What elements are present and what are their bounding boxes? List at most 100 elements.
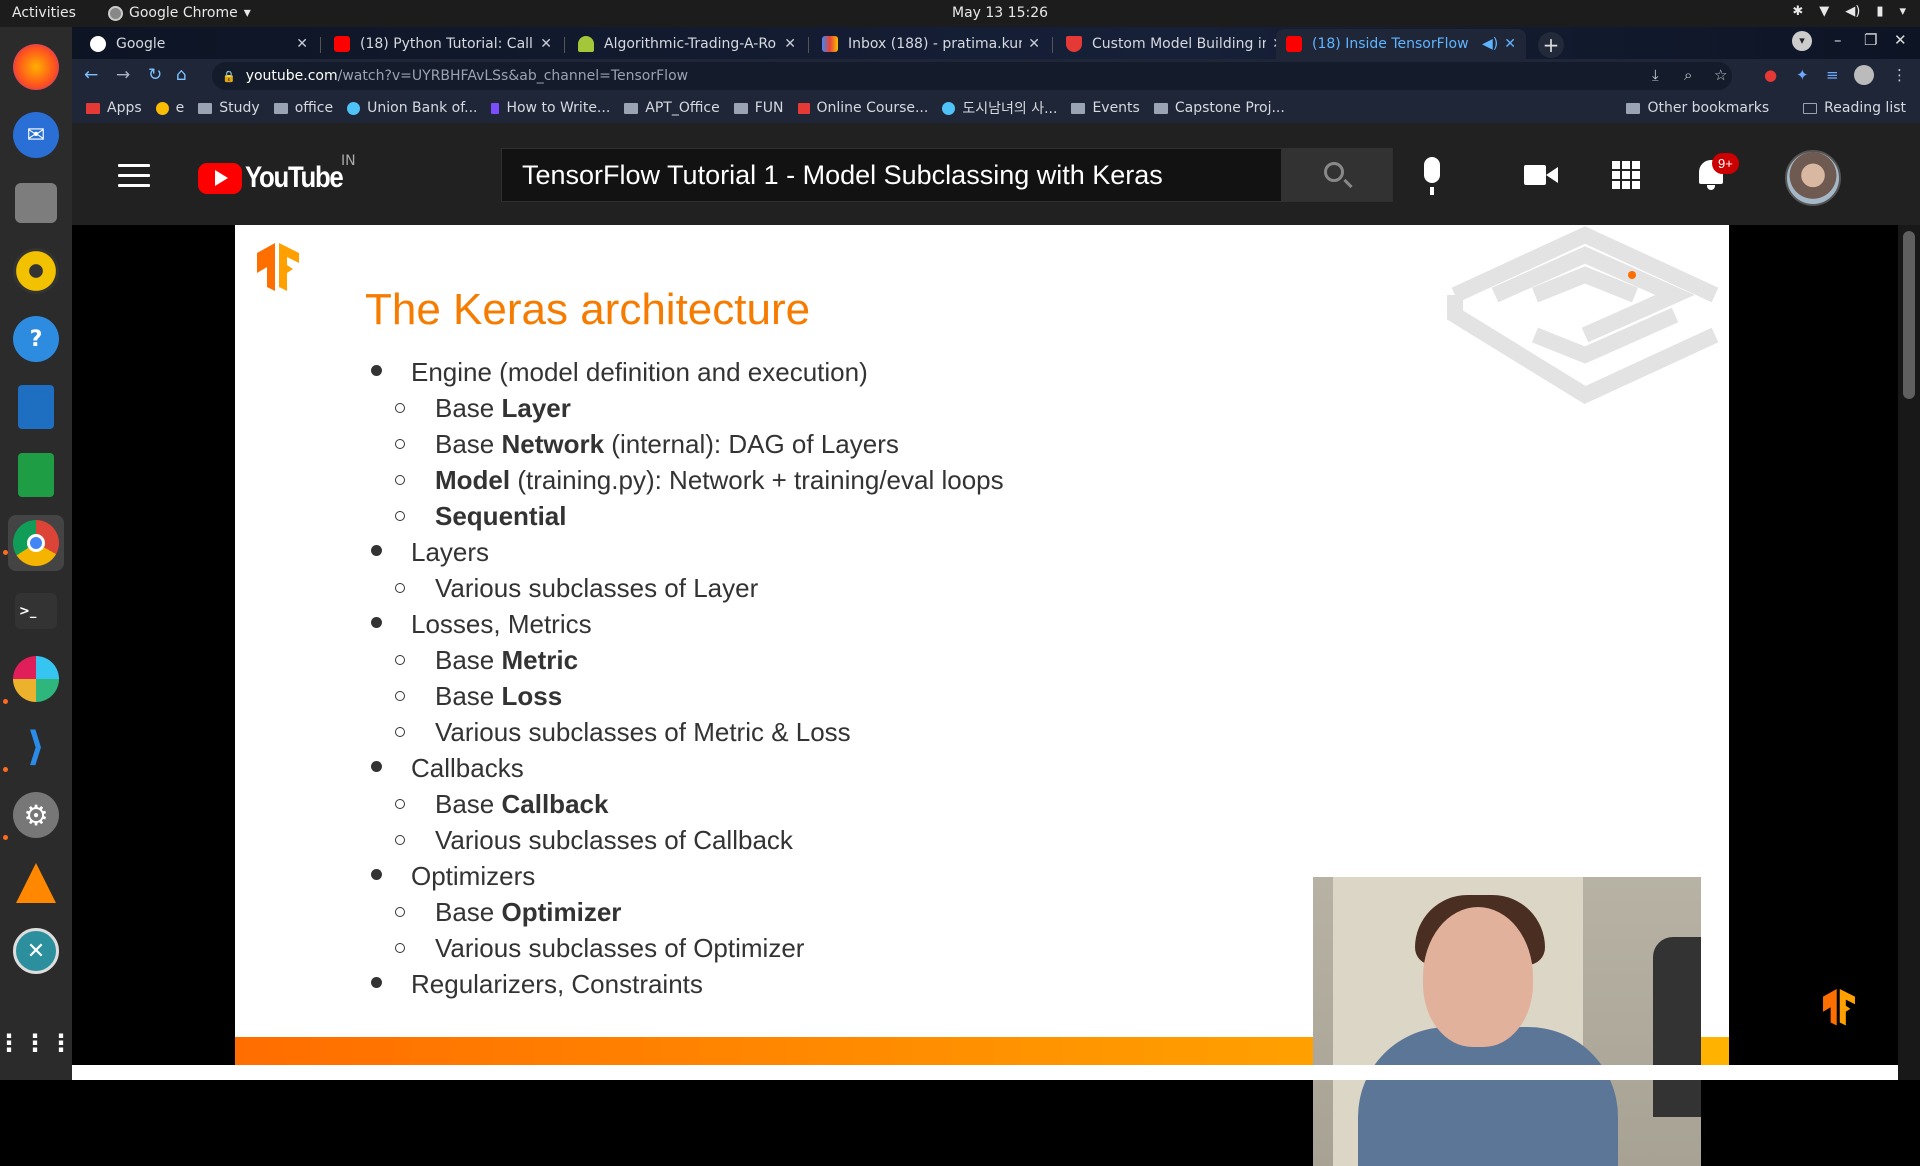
close-tab-icon[interactable]: ✕ — [296, 36, 308, 52]
reload-icon[interactable]: ↻ — [148, 65, 162, 85]
folder-icon — [1153, 102, 1168, 114]
bookmark-label: Events — [1092, 100, 1140, 116]
youtube-logo[interactable]: YouTube IN — [198, 153, 358, 195]
volume-icon[interactable]: ◀) — [1845, 4, 1860, 19]
restore-window-icon[interactable]: ❐ — [1864, 31, 1877, 49]
bookmark-fun[interactable]: FUN — [733, 100, 784, 116]
page-scrollbar[interactable] — [1898, 225, 1920, 1080]
close-tab-icon[interactable]: ✕ — [1028, 36, 1040, 52]
bookmark-label: APT_Office — [645, 100, 720, 116]
bookmark-events[interactable]: Events — [1071, 100, 1140, 116]
tab-inbox[interactable]: Inbox (188) - pratima.kum ✕ — [812, 29, 1050, 59]
wifi-icon[interactable]: ▼ — [1819, 4, 1829, 19]
scrollbar-thumb[interactable] — [1903, 231, 1915, 399]
reading-list-toolbar-icon[interactable]: ≡ — [1826, 66, 1839, 84]
bookmark-capstone[interactable]: Capstone Proj... — [1153, 100, 1285, 116]
tab-google[interactable]: Google ✕ — [80, 29, 318, 59]
slack-tray-icon[interactable]: ✱ — [1792, 4, 1803, 19]
bookmark-korean[interactable]: 도시남녀의 사... — [942, 98, 1057, 118]
new-tab-button[interactable]: + — [1538, 32, 1564, 58]
clock[interactable]: May 13 15:26 — [952, 5, 1048, 21]
hamburger-menu-icon[interactable] — [118, 164, 150, 194]
slack-icon — [13, 656, 59, 702]
dock-calc[interactable] — [8, 447, 64, 503]
profile-avatar-icon[interactable] — [1854, 65, 1874, 85]
zoom-icon[interactable]: ⌕ — [1684, 66, 1692, 84]
bullet-circle-icon — [395, 655, 405, 665]
avatar[interactable] — [1785, 150, 1841, 206]
outline-subitem: Base Callback — [395, 789, 608, 820]
dock-slack[interactable] — [8, 651, 64, 707]
close-tab-icon[interactable]: ✕ — [540, 36, 552, 52]
bookmark-online-course[interactable]: Online Course... — [797, 100, 928, 116]
bookmark-e[interactable]: e — [155, 100, 184, 116]
tab-separator — [320, 37, 321, 53]
create-video-icon[interactable] — [1524, 165, 1558, 185]
presenter-video-inset — [1313, 877, 1701, 1166]
dock-firefox[interactable] — [8, 39, 64, 95]
tab-python-tutorial[interactable]: (18) Python Tutorial: Calli ✕ — [324, 29, 562, 59]
dock-help[interactable]: ? — [8, 311, 64, 367]
system-tray[interactable]: ✱ ▼ ◀) ▮ ▾ — [1792, 4, 1906, 19]
chrome-menu-icon[interactable]: ⋮ — [1892, 66, 1907, 84]
bookmark-apt-office[interactable]: APT_Office — [624, 100, 720, 116]
tab-algorithmic-trading[interactable]: Algorithmic-Trading-A-Ro ✕ — [568, 29, 806, 59]
tab-separator — [1052, 37, 1053, 53]
minimize-window-icon[interactable]: – — [1834, 31, 1842, 49]
extensions-puzzle-icon[interactable]: ✦ — [1796, 66, 1809, 84]
tab-label: Algorithmic-Trading-A-Ro — [604, 36, 777, 52]
close-tab-icon[interactable]: ✕ — [1504, 36, 1516, 52]
close-tab-icon[interactable]: ✕ — [784, 36, 796, 52]
bookmark-study[interactable]: Study — [198, 100, 260, 116]
outline-subitem: Base Network (internal): DAG of Layers — [395, 429, 899, 460]
app-grid-icon: ⋮⋮⋮ — [0, 1029, 75, 1057]
show-applications-button[interactable]: ⋮⋮⋮ — [0, 1015, 75, 1071]
gmail-favicon-icon — [822, 36, 838, 52]
speaker-icon[interactable]: ◀) — [1482, 36, 1498, 52]
activities-button[interactable]: Activities — [12, 5, 76, 21]
dock-rhythmbox[interactable] — [8, 243, 64, 299]
tab-custom-model-building[interactable]: Custom Model Building in ✕ — [1056, 29, 1294, 59]
dock-chrome[interactable] — [8, 515, 64, 571]
battery-icon[interactable]: ▮ — [1876, 4, 1883, 19]
tab-search-icon[interactable]: ▾ — [1792, 31, 1812, 51]
dock-writer[interactable] — [8, 379, 64, 435]
globe-icon — [347, 101, 361, 115]
dock-settings[interactable]: ⚙ — [8, 787, 64, 843]
app-menu[interactable]: Google Chrome ▾ — [108, 5, 251, 21]
dock-thunderbird[interactable]: ✉ — [8, 107, 64, 163]
outline-subitem: Base Optimizer — [395, 897, 621, 928]
bullet-circle-icon — [395, 727, 405, 737]
slide-title: The Keras architecture — [365, 285, 811, 334]
forward-arrow-icon[interactable]: → — [116, 65, 130, 85]
search-input[interactable]: TensorFlow Tutorial 1 - Model Subclassin… — [501, 148, 1283, 202]
dock-remote-desktop[interactable]: ✕ — [8, 923, 64, 979]
search-icon — [1324, 162, 1344, 182]
other-bookmarks[interactable]: Other bookmarks — [1626, 100, 1769, 116]
dock-terminal[interactable]: >_ — [8, 583, 64, 639]
bookmark-how-to-write[interactable]: How to Write... — [491, 100, 610, 116]
apps-grid-icon[interactable] — [1612, 161, 1640, 189]
search-button[interactable] — [1281, 148, 1393, 202]
bookmark-apps[interactable]: Apps — [86, 100, 142, 116]
dock-vscode[interactable]: ⟩ — [8, 719, 64, 775]
bookmark-label: 도시남녀의 사... — [962, 101, 1058, 117]
lock-icon[interactable]: 🔒 — [222, 70, 236, 83]
bullet-circle-icon — [395, 907, 405, 917]
back-arrow-icon[interactable]: ← — [84, 65, 98, 85]
reading-list[interactable]: Reading list — [1803, 100, 1906, 116]
address-bar[interactable]: 🔒 youtube.com /watch?v=UYRBHFAvLSs&ab_ch… — [212, 62, 1732, 90]
power-menu-icon[interactable]: ▾ — [1899, 4, 1906, 19]
microphone-icon[interactable] — [1424, 157, 1440, 195]
dock-vlc[interactable] — [8, 855, 64, 911]
install-app-icon[interactable]: ⤓ — [1652, 66, 1659, 84]
dock-files[interactable] — [8, 175, 64, 231]
outline-subitem: Various subclasses of Optimizer — [395, 933, 804, 964]
tab-inside-tensorflow[interactable]: (18) Inside TensorFlow ◀) ✕ — [1276, 29, 1526, 59]
home-icon[interactable]: ⌂ — [176, 65, 187, 85]
bookmark-office[interactable]: office — [273, 100, 333, 116]
extension-shield-icon[interactable]: ● — [1764, 66, 1777, 84]
bookmark-star-icon[interactable]: ☆ — [1714, 66, 1727, 84]
close-window-icon[interactable]: ✕ — [1894, 31, 1907, 49]
bookmark-union-bank[interactable]: Union Bank of... — [347, 100, 477, 116]
